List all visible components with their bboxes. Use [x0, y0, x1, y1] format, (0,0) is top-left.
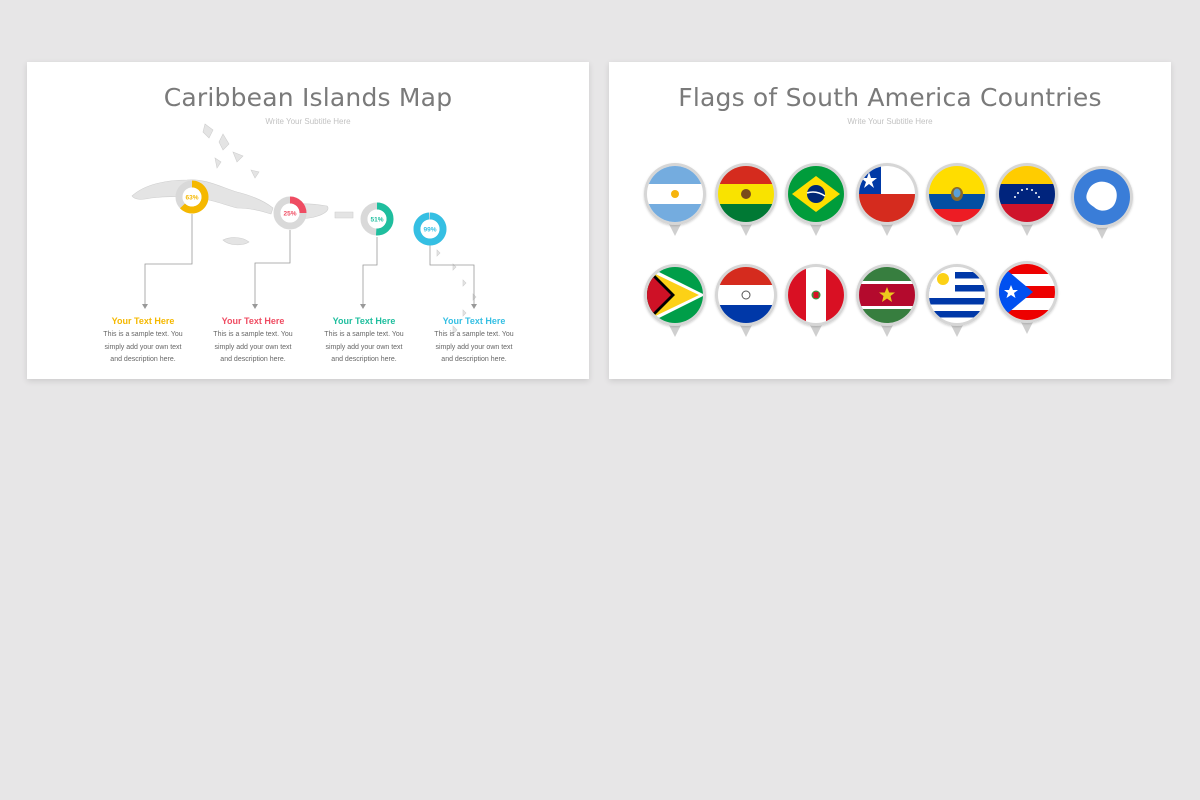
flag-uruguay-icon[interactable] — [926, 264, 988, 337]
flag-puerto-rico-icon[interactable] — [996, 261, 1058, 334]
slide-south-america-flags[interactable]: Flags of South America Countries Write Y… — [609, 62, 1171, 379]
caption-3: Your Text Here This is a sample text. Yo… — [312, 316, 416, 367]
flag-ecuador-icon[interactable] — [926, 163, 988, 236]
arrow-head-3 — [360, 304, 366, 309]
caption-title[interactable]: Your Text Here — [201, 316, 305, 326]
arrow-head-2 — [252, 304, 258, 309]
caption-4: Your Text Here This is a sample text. Yo… — [422, 316, 526, 367]
caption-line: This is a sample text. You — [213, 331, 293, 338]
caption-line: This is a sample text. You — [434, 331, 514, 338]
caption-line: and description here. — [220, 356, 286, 363]
caption-title[interactable]: Your Text Here — [422, 316, 526, 326]
caption-body: This is a sample text. You simply add yo… — [312, 329, 416, 367]
leader-line-3 — [362, 237, 378, 305]
leader-line-1 — [144, 214, 193, 305]
flag-antarctica-icon[interactable] — [1071, 166, 1133, 239]
caption-line: simply add your own text — [435, 343, 513, 351]
flag-bolivia-icon[interactable] — [715, 163, 777, 236]
flag-argentina-icon[interactable] — [644, 163, 706, 236]
island-puerto-rico — [334, 211, 354, 219]
caption-line: and description here. — [441, 356, 507, 363]
caption-line: simply add your own text — [214, 343, 292, 351]
caption-line: simply add your own text — [104, 343, 182, 351]
donut-marker-1[interactable]: 63% — [175, 180, 209, 214]
leader-line-4 — [429, 244, 475, 305]
caption-body: This is a sample text. You simply add yo… — [91, 329, 195, 367]
caption-title[interactable]: Your Text Here — [312, 316, 416, 326]
caption-title[interactable]: Your Text Here — [91, 316, 195, 326]
flag-venezuela-icon[interactable] — [996, 163, 1058, 236]
caption-line: This is a sample text. You — [103, 331, 183, 338]
flag-suriname-icon[interactable] — [856, 264, 918, 337]
arrow-head-1 — [142, 304, 148, 309]
caption-body: This is a sample text. You simply add yo… — [201, 329, 305, 367]
island-jamaica — [222, 237, 250, 246]
caption-2: Your Text Here This is a sample text. Yo… — [201, 316, 305, 367]
caption-1: Your Text Here This is a sample text. Yo… — [91, 316, 195, 367]
leader-line-2 — [254, 230, 291, 305]
caption-body: This is a sample text. You simply add yo… — [422, 329, 526, 367]
flag-brazil-icon[interactable] — [785, 163, 847, 236]
donut-percent-label: 99% — [423, 227, 436, 234]
flag-peru-icon[interactable] — [785, 264, 847, 337]
donut-marker-3[interactable]: 51% — [360, 202, 394, 236]
island-bahamas — [202, 123, 260, 179]
donut-marker-2[interactable]: 25% — [273, 196, 307, 230]
donut-marker-4[interactable]: 99% — [413, 212, 447, 246]
flag-chile-icon[interactable] — [856, 163, 918, 236]
flag-guyana-icon[interactable] — [644, 264, 706, 337]
donut-percent-label: 25% — [283, 211, 296, 218]
flag-paraguay-icon[interactable] — [715, 264, 777, 337]
slide-caribbean-map[interactable]: Caribbean Islands Map Write Your Subtitl… — [27, 62, 589, 379]
caption-line: simply add your own text — [325, 343, 403, 351]
donut-percent-label: 51% — [370, 217, 383, 224]
donut-percent-label: 63% — [185, 195, 198, 202]
caption-line: and description here. — [331, 356, 397, 363]
caption-line: and description here. — [110, 356, 176, 363]
caption-line: This is a sample text. You — [324, 331, 404, 338]
arrow-head-4 — [471, 304, 477, 309]
flags-grid — [644, 163, 1133, 337]
